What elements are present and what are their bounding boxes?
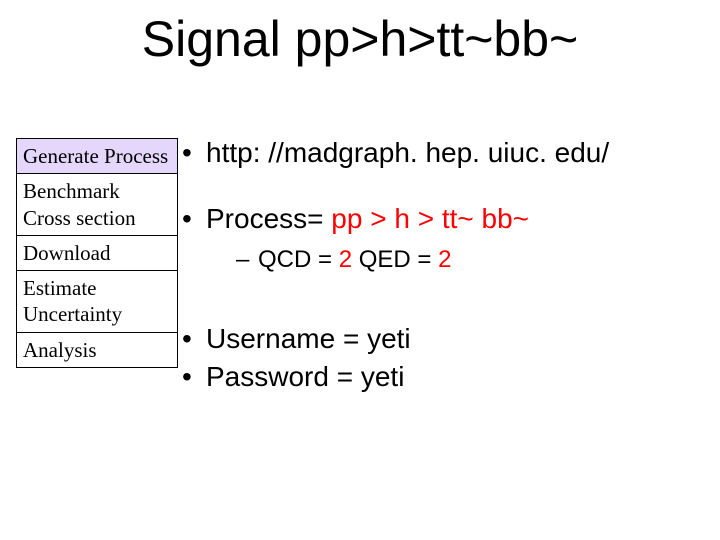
bullet-username: Username = yeti: [182, 320, 702, 358]
bullet-process: Process= pp > h > tt~ bb~ QCD = 2 QED = …: [182, 200, 702, 276]
slide: Signal pp>h>tt~bb~ Generate Process Benc…: [0, 0, 720, 540]
bullet-username-text: Username = yeti: [206, 323, 411, 354]
bullet-url-text: http: //madgraph. hep. uiuc. edu/: [206, 137, 609, 168]
bullet-process-prefix: Process=: [206, 203, 331, 234]
bullet-list: http: //madgraph. hep. uiuc. edu/ Proces…: [182, 134, 702, 396]
sidebar-item-analysis: Analysis: [16, 332, 178, 368]
sidebar: Generate Process Benchmark Cross section…: [16, 138, 178, 367]
sub-qcd-value: 2: [339, 246, 352, 273]
sub-qed-prefix: QED =: [352, 246, 438, 273]
sub-list: QCD = 2 QED = 2: [206, 244, 702, 276]
bullet-password: Password = yeti: [182, 358, 702, 396]
sidebar-item-generate-process: Generate Process: [16, 138, 178, 174]
sidebar-item-download: Download: [16, 235, 178, 271]
bullet-url: http: //madgraph. hep. uiuc. edu/: [182, 134, 702, 172]
sidebar-item-benchmark-cross-section: Benchmark Cross section: [16, 173, 178, 236]
content-area: http: //madgraph. hep. uiuc. edu/ Proces…: [182, 134, 702, 422]
slide-title: Signal pp>h>tt~bb~: [0, 10, 720, 68]
bullet-process-value: pp > h > tt~ bb~: [331, 203, 529, 234]
sidebar-item-estimate-uncertainty: Estimate Uncertainty: [16, 270, 178, 333]
bullet-password-text: Password = yeti: [206, 361, 404, 392]
sub-qcd-prefix: QCD =: [258, 246, 339, 273]
sub-qed-value: 2: [438, 246, 451, 273]
sub-qcd-qed: QCD = 2 QED = 2: [236, 244, 702, 276]
